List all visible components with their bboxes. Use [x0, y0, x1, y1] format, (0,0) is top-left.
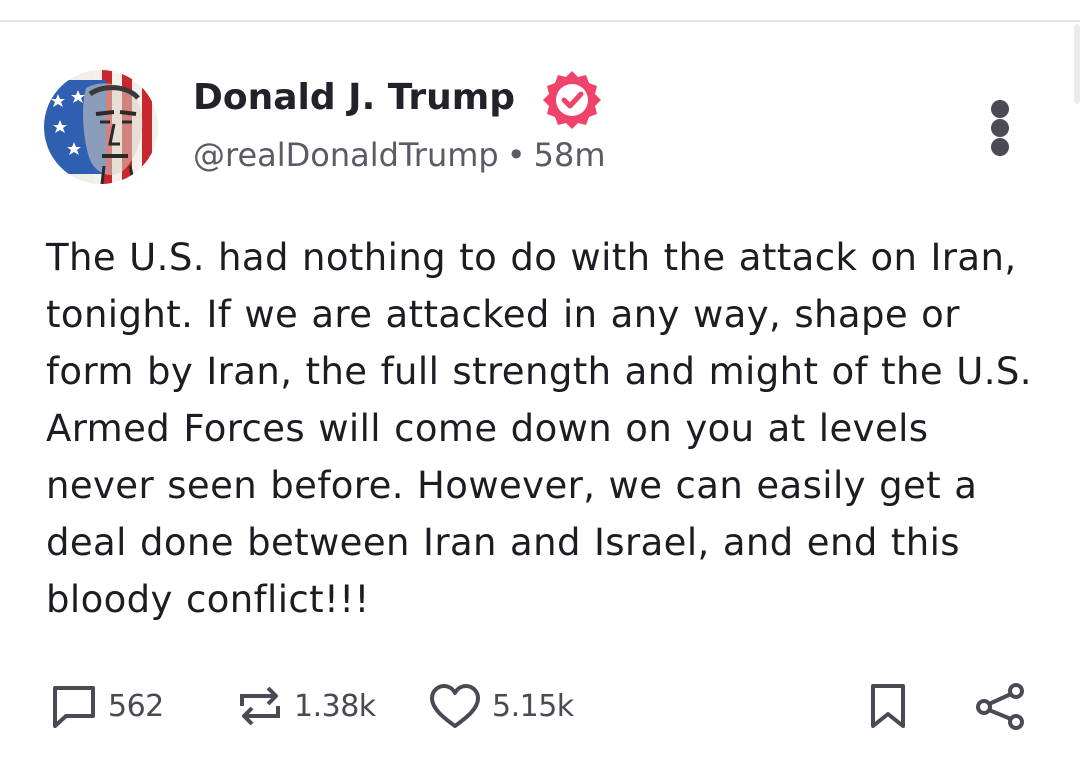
- reply-icon: [53, 686, 95, 728]
- like-button[interactable]: 5.15k: [428, 682, 574, 730]
- bookmark-icon: [871, 684, 905, 728]
- more-dot-icon: [991, 138, 1009, 156]
- more-options-button[interactable]: [984, 98, 1016, 156]
- share-icon: [976, 683, 1024, 730]
- repost-count: 1.38k: [294, 688, 376, 724]
- more-dot-icon: [991, 119, 1009, 137]
- author-handle[interactable]: @realDonaldTrump: [193, 136, 499, 174]
- post-meta: @realDonaldTrump • 58m: [193, 136, 605, 174]
- repost-button[interactable]: 1.38k: [236, 682, 376, 730]
- author-display-name[interactable]: Donald J. Trump: [193, 78, 515, 118]
- reply-button[interactable]: 562: [50, 682, 164, 730]
- avatar-image: [44, 70, 158, 184]
- post-actions: 562 1.38k 5.15k: [0, 670, 1080, 740]
- reply-count: 562: [108, 688, 164, 724]
- author-avatar[interactable]: [44, 70, 158, 184]
- post-body-text: The U.S. had nothing to do with the atta…: [46, 236, 1032, 621]
- more-dot-icon: [991, 100, 1009, 118]
- meta-separator: •: [506, 136, 526, 174]
- bookmark-button[interactable]: [866, 682, 910, 730]
- post-card: Donald J. Trump @realDonaldTrump • 58m The…: [0, 22, 1080, 770]
- like-count: 5.15k: [492, 688, 574, 724]
- post-timestamp[interactable]: 58m: [534, 136, 606, 174]
- share-button[interactable]: [974, 682, 1026, 730]
- heart-icon: [430, 684, 480, 728]
- verified-badge-icon: [542, 70, 602, 130]
- repost-icon: [240, 686, 280, 726]
